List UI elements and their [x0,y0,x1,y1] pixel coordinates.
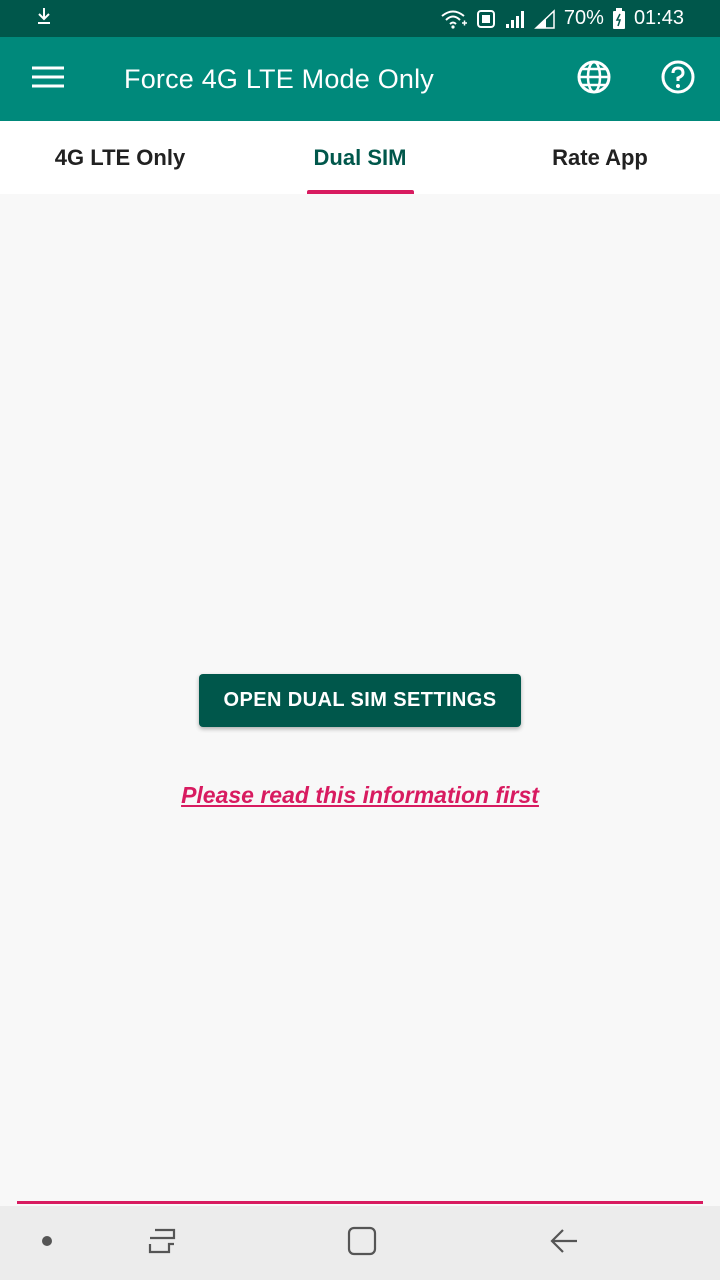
status-bar: 70% 01:43 [0,0,720,37]
navigation-bar [0,1206,720,1280]
globe-icon [576,59,612,100]
hamburger-menu-icon [31,65,65,94]
status-right: 70% 01:43 [440,7,684,30]
info-link: Please read this information first [0,782,720,809]
tab-bar: 4G LTE Only Dual SIM Rate App [0,121,720,194]
tab-rate-app[interactable]: Rate App [480,121,720,194]
tab-4g-lte-only[interactable]: 4G LTE Only [0,121,240,194]
nav-dot-button[interactable] [27,1206,67,1280]
help-button[interactable] [636,37,720,121]
content-area: OPEN DUAL SIM SETTINGS Please read this … [0,194,720,1206]
download-icon [34,6,54,32]
app-title: Force 4G LTE Mode Only [124,63,435,94]
battery-level: 70% [563,7,604,29]
info-link-text[interactable]: Please read this information first [181,782,539,808]
signal-icon [504,9,526,29]
wifi-icon [440,9,468,29]
help-icon [660,59,696,100]
signal-icon [534,8,556,29]
tab-label: Dual SIM [313,144,407,170]
back-button[interactable] [542,1206,586,1280]
app-bar: Force 4G LTE Mode Only [0,37,720,121]
tab-label: Rate App [552,144,648,170]
home-button[interactable] [340,1206,384,1280]
dot-icon [41,1234,53,1252]
back-icon [549,1227,579,1260]
recent-apps-icon [147,1227,177,1260]
language-button[interactable] [552,37,636,121]
tab-label: 4G LTE Only [54,144,186,170]
divider [17,1201,703,1204]
menu-button[interactable] [0,37,98,121]
open-dual-sim-settings-button[interactable]: OPEN DUAL SIM SETTINGS [199,674,521,727]
hd-volte-icon [476,9,496,29]
home-icon [347,1226,377,1261]
recent-apps-button[interactable] [140,1206,184,1280]
battery-icon [612,7,626,30]
status-left [34,6,54,32]
tab-dual-sim[interactable]: Dual SIM [240,121,480,194]
clock: 01:43 [633,7,684,29]
